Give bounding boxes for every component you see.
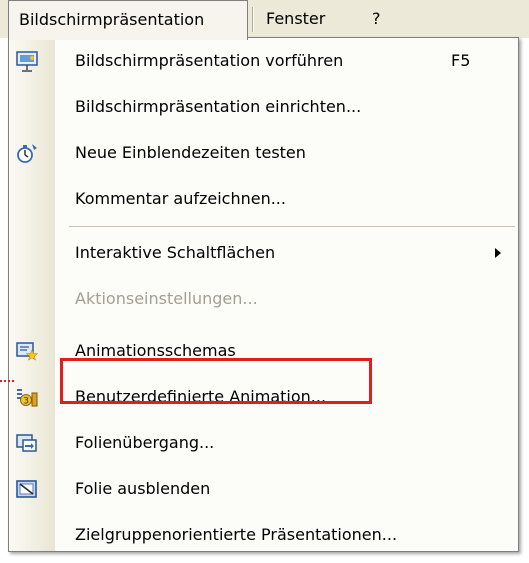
menu-item-rehearse-timings[interactable]: Neue Einblendezeiten testen <box>9 130 518 176</box>
menu-item-action-settings: Aktionseinstellungen... <box>9 276 518 322</box>
menu-item-label: Bildschirmpräsentation vorführen <box>75 51 344 70</box>
menu-bar-separator <box>252 7 254 32</box>
menu-item-label: Folienübergang... <box>75 433 215 452</box>
menu-item-shortcut: F5 <box>451 51 471 70</box>
menu-item-label: Folie ausblenden <box>75 479 211 498</box>
menu-item-label: Zielgruppenorientierte Präsentationen... <box>75 525 398 544</box>
custom-animation-icon: 3 <box>17 389 38 407</box>
menu-item-action-buttons[interactable]: Interaktive Schaltflächen <box>9 230 518 276</box>
menu-item-record-narration[interactable]: Kommentar aufzeichnen... <box>9 176 518 222</box>
slideshow-icon <box>16 51 38 72</box>
menu-item-custom-shows[interactable]: Zielgruppenorientierte Präsentationen... <box>9 512 518 558</box>
menu-help[interactable]: ? <box>362 0 391 38</box>
animation-schemes-icon <box>16 342 39 361</box>
menu-bildschirmpraesentation[interactable]: Bildschirmpräsentation <box>8 0 248 40</box>
menu-item-slideshow-setup[interactable]: Bildschirmpräsentation einrichten... <box>9 84 518 130</box>
hide-slide-icon <box>16 480 37 498</box>
dropdown-menu: Bildschirmpräsentation vorführen F5 Bild… <box>8 37 519 552</box>
menu-item-label: Aktionseinstellungen... <box>75 289 258 308</box>
menu-item-hide-slide[interactable]: Folie ausblenden <box>9 466 518 512</box>
highlight-box <box>60 358 372 404</box>
slide-transition-icon <box>16 434 37 452</box>
submenu-arrow-icon <box>495 248 501 258</box>
menu-item-label: Interaktive Schaltflächen <box>75 243 276 262</box>
stopwatch-icon <box>17 144 37 163</box>
menu-separator <box>69 226 515 227</box>
menu-item-label: Bildschirmpräsentation einrichten... <box>75 97 362 116</box>
svg-text:3: 3 <box>23 397 29 407</box>
menu-item-slide-transition[interactable]: Folienübergang... <box>9 420 518 466</box>
menu-bar: Bildschirmpräsentation Fenster ? <box>0 0 529 40</box>
menu-item-label: Neue Einblendezeiten testen <box>75 143 306 162</box>
menu-fenster[interactable]: Fenster <box>256 0 335 38</box>
menu-item-label: Kommentar aufzeichnen... <box>75 189 286 208</box>
menu-item-slideshow-start[interactable]: Bildschirmpräsentation vorführen F5 <box>9 38 518 84</box>
highlight-pointer-line <box>0 380 14 384</box>
